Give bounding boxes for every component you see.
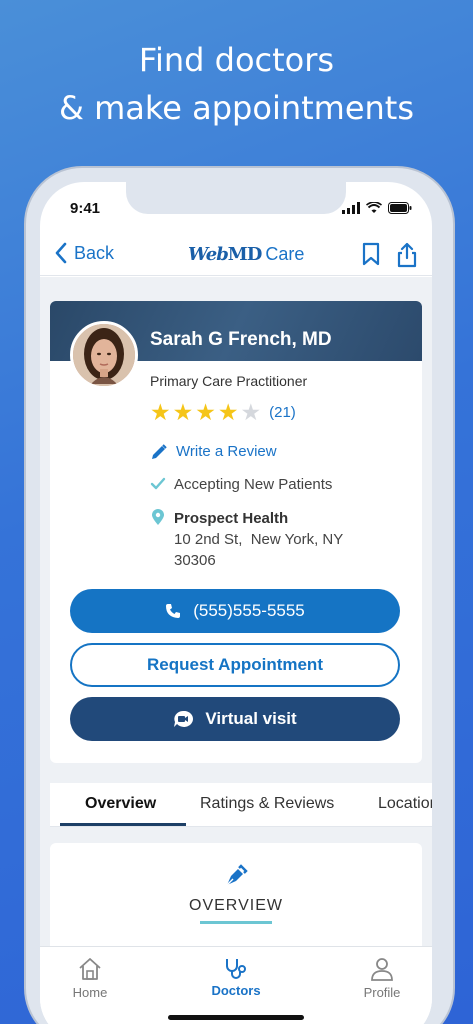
address-line-2: 30306 [174, 552, 216, 569]
top-navigation-bar: Back WebMD Care [40, 232, 432, 276]
person-icon [371, 958, 393, 981]
tabbar-doctors-label: Doctors [211, 983, 261, 998]
write-review-label: Write a Review [176, 443, 277, 460]
home-icon [79, 958, 101, 980]
headline-line-1: Find doctors [138, 41, 335, 79]
tabbar-home-label: Home [72, 985, 108, 1000]
tabbar-profile-label: Profile [363, 985, 401, 1000]
overview-heading: OVERVIEW [189, 897, 283, 914]
tab-locations[interactable]: Locations [378, 795, 432, 813]
rating-count: (21) [269, 403, 296, 421]
pen-nib-icon [226, 864, 248, 886]
status-icons [342, 202, 412, 214]
call-phone-button[interactable]: (555)555-5555 [70, 589, 400, 633]
back-label: Back [74, 242, 115, 263]
write-review-link[interactable]: Write a Review [150, 443, 277, 461]
nav-actions [362, 242, 418, 268]
doctor-name: Sarah G French, MD [150, 329, 332, 350]
doctor-card: Sarah G French, MD Primary Care Practiti… [50, 301, 422, 763]
star-icon: ★ [217, 399, 239, 425]
battery-icon [388, 202, 412, 214]
tab-overview[interactable]: Overview [85, 795, 156, 813]
profile-tabs: Overview Ratings & Reviews Locations [50, 783, 432, 827]
chevron-left-icon [55, 242, 67, 264]
status-time: 9:41 [70, 200, 101, 217]
virtual-visit-label: Virtual visit [205, 709, 297, 728]
doctor-photo [73, 324, 135, 386]
star-icon: ★ [150, 399, 171, 425]
accepting-patients-status: Accepting New Patients [150, 476, 332, 493]
marketing-headline: Find doctors & make appointments [0, 36, 473, 132]
tabbar-profile[interactable]: Profile [332, 957, 432, 1000]
pencil-icon [152, 444, 167, 459]
accepting-label: Accepting New Patients [174, 476, 333, 493]
practice-location: Prospect Health 10 2nd St, New York, NY … [150, 508, 343, 571]
bookmark-icon[interactable] [362, 242, 380, 266]
doctor-profile-content: Sarah G French, MD Primary Care Practiti… [40, 277, 432, 983]
phone-screen: 9:41 Back WebMD Care Sarah G French, MD … [40, 182, 432, 1024]
wifi-icon [366, 202, 382, 213]
star-icon: ★ [195, 399, 216, 425]
overview-accent-line [200, 921, 272, 924]
home-indicator [168, 1015, 304, 1020]
brand-md: MD [227, 244, 263, 265]
location-pin-icon [152, 509, 164, 525]
signal-icon [342, 202, 360, 214]
request-appointment-button[interactable]: Request Appointment [70, 643, 400, 687]
location-name: Prospect Health [174, 510, 289, 527]
tabbar-doctors[interactable]: Doctors [186, 957, 286, 998]
bottom-tab-bar: Home Doctors Profile [40, 946, 432, 1024]
video-chat-icon [174, 710, 194, 727]
star-rating[interactable]: ★ ★ ★ ★ ★ (21) [150, 400, 296, 424]
share-icon[interactable] [396, 242, 418, 268]
address-line-1: 10 2nd St, New York, NY [174, 531, 344, 548]
star-icon: ★ [172, 399, 194, 425]
brand-web: Web [188, 244, 229, 265]
checkmark-icon [150, 477, 166, 490]
tabbar-home[interactable]: Home [40, 957, 140, 1000]
phone-icon [166, 604, 181, 618]
webmd-care-logo: WebMD Care [188, 244, 304, 265]
doctor-specialty: Primary Care Practitioner [150, 373, 308, 389]
active-tab-indicator [60, 823, 186, 826]
request-appointment-label: Request Appointment [147, 655, 323, 674]
headline-line-2: & make appointments [58, 89, 415, 127]
back-button[interactable]: Back [54, 242, 114, 264]
doctor-avatar [70, 321, 138, 389]
stethoscope-icon [226, 959, 246, 979]
phone-number-label: (555)555-5555 [193, 601, 305, 620]
brand-care: Care [265, 244, 305, 264]
virtual-visit-button[interactable]: Virtual visit [70, 697, 400, 741]
tab-ratings-reviews[interactable]: Ratings & Reviews [200, 795, 334, 813]
star-empty-icon: ★ [240, 399, 262, 425]
phone-notch [126, 182, 346, 214]
